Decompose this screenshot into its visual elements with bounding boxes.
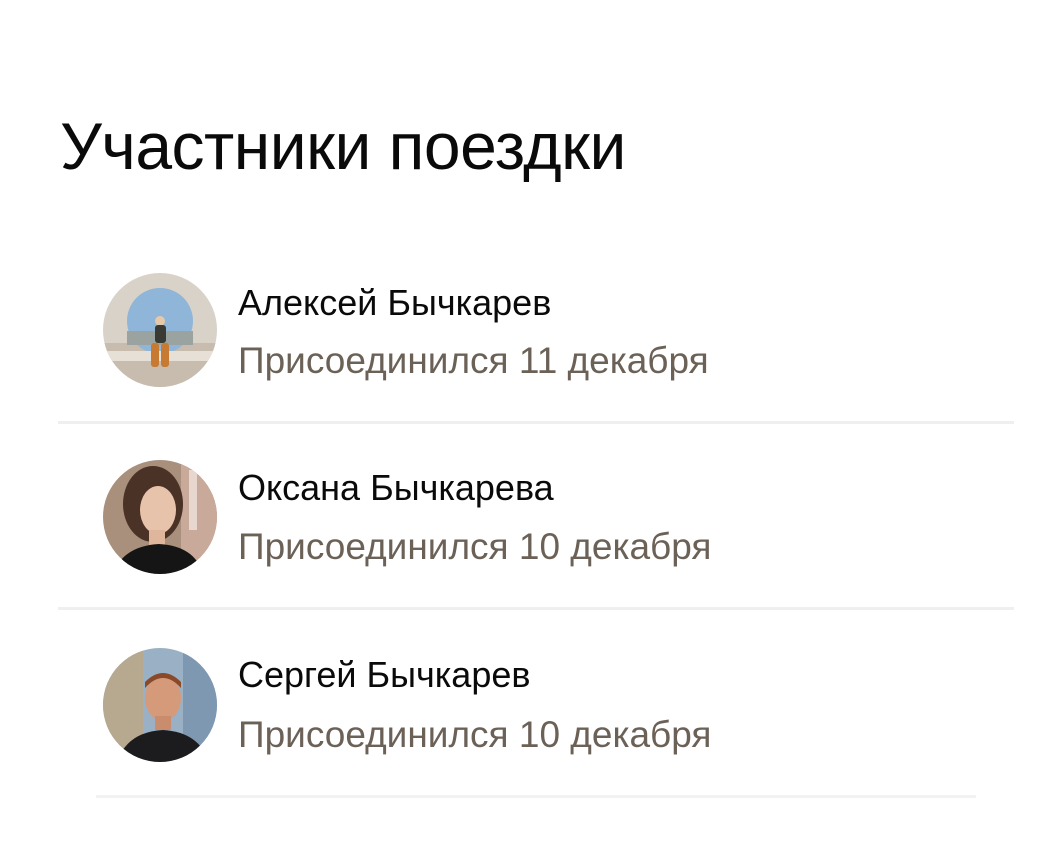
list-item[interactable]: Алексей Бычкарев Присоединился 11 декабр… xyxy=(58,238,1014,424)
person-photo-icon xyxy=(103,648,217,762)
member-joined-date: Присоединился 10 декабря xyxy=(238,714,712,755)
avatar xyxy=(103,460,217,574)
avatar xyxy=(103,648,217,762)
person-photo-icon xyxy=(103,273,217,387)
member-name: Сергей Бычкарев xyxy=(238,654,531,695)
avatar xyxy=(103,273,217,387)
member-name: Оксана Бычкарева xyxy=(238,467,554,508)
member-name: Алексей Бычкарев xyxy=(238,282,552,323)
list-item[interactable]: Сергей Бычкарев Присоединился 10 декабря xyxy=(96,612,976,798)
member-joined-date: Присоединился 11 декабря xyxy=(238,340,709,381)
member-list: Алексей Бычкарев Присоединился 11 декабр… xyxy=(0,0,1056,855)
person-photo-icon xyxy=(103,460,217,574)
list-item[interactable]: Оксана Бычкарева Присоединился 10 декабр… xyxy=(58,424,1014,610)
member-joined-date: Присоединился 10 декабря xyxy=(238,526,712,567)
